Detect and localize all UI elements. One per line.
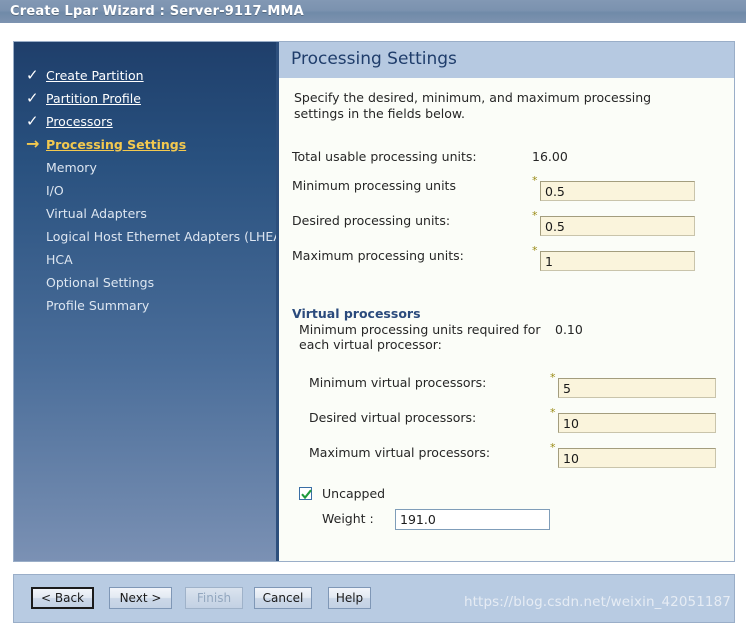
total-usable-processing-units-row: Total usable processing units: 16.00 bbox=[292, 146, 722, 170]
minimum-virtual-processors-label: Minimum virtual processors: bbox=[309, 375, 487, 390]
weight-row: Weight : bbox=[292, 508, 722, 532]
desired-processing-units-row: Desired processing units: * bbox=[292, 209, 722, 236]
required-asterisk-icon: * bbox=[550, 406, 556, 419]
minimum-processing-units-row: Minimum processing units * bbox=[292, 174, 722, 201]
sidebar-item-label: Partition Profile bbox=[46, 90, 141, 106]
page-title: Processing Settings bbox=[291, 49, 457, 69]
desired-virtual-processors-label: Desired virtual processors: bbox=[309, 410, 477, 425]
finish-button[interactable]: Finish bbox=[185, 587, 243, 609]
checkmark-icon bbox=[301, 489, 312, 500]
total-usable-value: 16.00 bbox=[532, 149, 568, 164]
minimum-virtual-processors-row: Minimum virtual processors: * bbox=[292, 371, 722, 398]
sidebar-item-create-partition[interactable]: ✓ Create Partition bbox=[26, 64, 144, 86]
sidebar-item-label: HCA bbox=[46, 251, 73, 267]
required-asterisk-icon: * bbox=[532, 244, 538, 257]
maximum-processing-units-label: Maximum processing units: bbox=[292, 248, 464, 263]
sidebar-item-io[interactable]: I/O bbox=[26, 179, 64, 201]
sidebar-item-label: Virtual Adapters bbox=[46, 205, 147, 221]
minimum-processing-units-label: Minimum processing units bbox=[292, 178, 456, 193]
sidebar-item-processing-settings[interactable]: → Processing Settings bbox=[26, 133, 186, 155]
sidebar-item-label: Optional Settings bbox=[46, 274, 155, 290]
next-button[interactable]: Next > bbox=[109, 587, 172, 609]
desired-processing-units-input[interactable] bbox=[540, 216, 695, 236]
required-asterisk-icon: * bbox=[550, 441, 556, 454]
check-icon: ✓ bbox=[26, 88, 39, 107]
maximum-virtual-processors-row: Maximum virtual processors: * bbox=[292, 441, 722, 468]
window-body: ✓ Create Partition ✓ Partition Profile ✓… bbox=[0, 23, 746, 627]
required-asterisk-icon: * bbox=[550, 371, 556, 384]
maximum-processing-units-row: Maximum processing units: * bbox=[292, 244, 722, 271]
maximum-virtual-processors-input[interactable] bbox=[558, 448, 716, 468]
minimum-virtual-processors-input[interactable] bbox=[558, 378, 716, 398]
total-usable-label: Total usable processing units: bbox=[292, 149, 477, 164]
desired-processing-units-label: Desired processing units: bbox=[292, 213, 451, 228]
sidebar-item-label: Memory bbox=[46, 159, 97, 175]
virtual-processors-heading: Virtual processors bbox=[292, 306, 421, 321]
window-titlebar: Create Lpar Wizard : Server-9117-MMA bbox=[0, 0, 746, 23]
sidebar-item-label: Create Partition bbox=[46, 67, 144, 83]
sidebar-item-label: I/O bbox=[46, 182, 64, 198]
virtual-processors-note: Minimum processing units required for ea… bbox=[299, 322, 541, 352]
weight-input[interactable] bbox=[395, 509, 550, 530]
sidebar-item-processors[interactable]: ✓ Processors bbox=[26, 110, 113, 132]
page-description: Specify the desired, minimum, and maximu… bbox=[294, 90, 652, 121]
wizard-content-pane: Processing Settings Specify the desired,… bbox=[276, 42, 734, 561]
arrow-right-icon: → bbox=[26, 134, 40, 153]
wizard-panel: ✓ Create Partition ✓ Partition Profile ✓… bbox=[13, 41, 735, 562]
sidebar-item-label: Logical Host Ethernet Adapters (LHEA) bbox=[46, 228, 287, 244]
check-icon: ✓ bbox=[26, 65, 39, 84]
virtual-processors-note-value: 0.10 bbox=[555, 322, 583, 337]
required-asterisk-icon: * bbox=[532, 209, 538, 222]
sidebar-item-hca[interactable]: HCA bbox=[26, 248, 73, 270]
desired-virtual-processors-input[interactable] bbox=[558, 413, 716, 433]
sidebar-item-label: Profile Summary bbox=[46, 297, 150, 313]
uncapped-checkbox[interactable] bbox=[299, 487, 312, 500]
weight-label: Weight : bbox=[322, 511, 374, 526]
minimum-processing-units-input[interactable] bbox=[540, 181, 695, 201]
sidebar-item-optional-settings[interactable]: Optional Settings bbox=[26, 271, 154, 293]
sidebar-item-lhea[interactable]: Logical Host Ethernet Adapters (LHEA) bbox=[26, 225, 287, 247]
required-asterisk-icon: * bbox=[532, 174, 538, 187]
wizard-step-sidebar: ✓ Create Partition ✓ Partition Profile ✓… bbox=[14, 42, 287, 561]
check-icon: ✓ bbox=[26, 111, 39, 130]
watermark-text: https://blog.csdn.net/weixin_42051187 bbox=[464, 594, 731, 610]
maximum-processing-units-input[interactable] bbox=[540, 251, 695, 271]
maximum-virtual-processors-label: Maximum virtual processors: bbox=[309, 445, 491, 460]
sidebar-item-virtual-adapters[interactable]: Virtual Adapters bbox=[26, 202, 147, 224]
window-title: Create Lpar Wizard : Server-9117-MMA bbox=[10, 4, 304, 19]
content-header-band: Processing Settings bbox=[279, 42, 734, 78]
help-button[interactable]: Help bbox=[328, 587, 371, 609]
sidebar-item-partition-profile[interactable]: ✓ Partition Profile bbox=[26, 87, 141, 109]
cancel-button[interactable]: Cancel bbox=[254, 587, 312, 609]
back-button[interactable]: < Back bbox=[31, 587, 94, 609]
desired-virtual-processors-row: Desired virtual processors: * bbox=[292, 406, 722, 433]
uncapped-checkbox-row[interactable]: Uncapped bbox=[299, 486, 385, 501]
sidebar-item-label: Processing Settings bbox=[46, 136, 187, 152]
sidebar-item-profile-summary[interactable]: Profile Summary bbox=[26, 294, 149, 316]
sidebar-item-label: Processors bbox=[46, 113, 113, 129]
uncapped-label: Uncapped bbox=[322, 486, 386, 501]
sidebar-item-memory[interactable]: Memory bbox=[26, 156, 97, 178]
